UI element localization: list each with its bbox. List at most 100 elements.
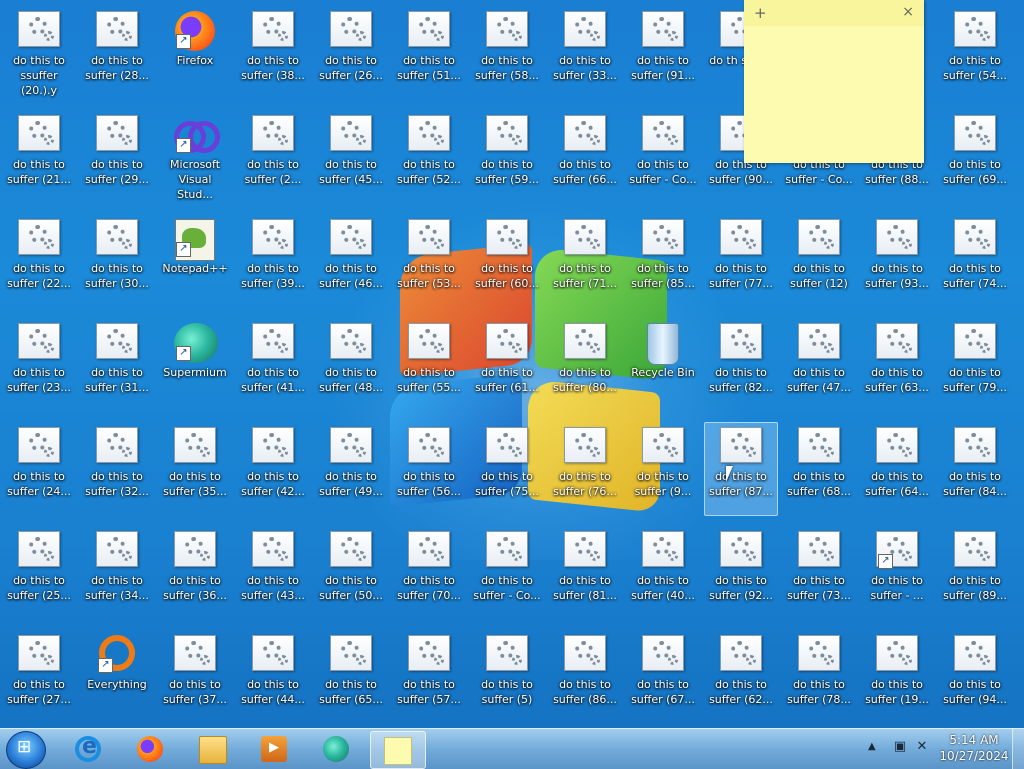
desktop-icon[interactable]: do this to suffer (85... [626, 214, 700, 308]
desktop-icon[interactable]: do this to suffer (62... [704, 630, 778, 724]
desktop-icon[interactable]: do this to suffer (43... [236, 526, 310, 620]
desktop-icon[interactable]: do this to suffer (78... [782, 630, 856, 724]
desktop-icon[interactable]: do this to suffer (40... [626, 526, 700, 620]
desktop-icon[interactable]: do this to suffer (33... [548, 6, 622, 100]
desktop-icon[interactable]: do this to suffer (84... [938, 422, 1012, 516]
desktop[interactable]: do this to ssuffer (20.).y do this to suff… [0, 0, 1024, 728]
desktop-icon[interactable]: do this to suffer (87... [704, 422, 778, 516]
desktop-icon[interactable]: do this to ssuffer (20.).y [2, 6, 76, 100]
desktop-icon[interactable]: do this to suffer (38... [236, 6, 310, 100]
desktop-icon[interactable]: do this to suffer (37... [158, 630, 232, 724]
desktop-icon[interactable]: do this to suffer (76... [548, 422, 622, 516]
desktop-icon[interactable]: do this to suffer (25... [2, 526, 76, 620]
desktop-icon[interactable]: ↗ Notepad++ [158, 214, 232, 308]
taskbar-supermium[interactable] [310, 731, 364, 767]
desktop-icon[interactable]: do this to suffer (68... [782, 422, 856, 516]
desktop-icon[interactable]: do this to suffer (92... [704, 526, 778, 620]
desktop-icon[interactable]: do this to suffer (53... [392, 214, 466, 308]
clock[interactable]: 5:14 AM 10/27/2024 [938, 732, 1010, 764]
desktop-icon[interactable]: do this to suffer (79... [938, 318, 1012, 412]
desktop-icon[interactable]: do this to suffer (35... [158, 422, 232, 516]
desktop-icon[interactable]: do this to suffer (58... [470, 6, 544, 100]
desktop-icon[interactable]: do this to suffer (61... [470, 318, 544, 412]
desktop-icon[interactable]: do this to suffer (47... [782, 318, 856, 412]
desktop-icon[interactable]: do this to suffer (44... [236, 630, 310, 724]
desktop-icon[interactable]: do this to suffer (73... [782, 526, 856, 620]
desktop-icon[interactable]: do this to suffer (81... [548, 526, 622, 620]
taskbar-firefox[interactable] [124, 731, 178, 767]
desktop-icon[interactable]: do this to suffer (21... [2, 110, 76, 204]
show-desktop-button[interactable] [1012, 729, 1024, 769]
desktop-icon[interactable]: do this to suffer (64... [860, 422, 934, 516]
close-note-button[interactable]: × [902, 4, 914, 20]
taskbar-windows-explorer[interactable] [186, 731, 240, 767]
desktop-icon[interactable]: do this to suffer (26... [314, 6, 388, 100]
desktop-icon[interactable]: Recycle Bin [626, 318, 700, 412]
desktop-icon[interactable]: do this to suffer (69... [938, 110, 1012, 204]
desktop-icon[interactable]: do this to suffer (45... [314, 110, 388, 204]
taskbar-sticky-notes[interactable] [370, 731, 426, 769]
desktop-icon[interactable]: do this to suffer (63... [860, 318, 934, 412]
desktop-icon[interactable]: ↗ Supermium [158, 318, 232, 412]
desktop-icon[interactable]: do this to suffer (48... [314, 318, 388, 412]
volume-muted-icon[interactable]: ✕ [914, 739, 930, 755]
desktop-icon[interactable]: do this to suffer (67... [626, 630, 700, 724]
desktop-icon[interactable]: ↗ do this to suffer - ... [860, 526, 934, 620]
desktop-icon[interactable]: do this to suffer (9... [626, 422, 700, 516]
desktop-icon[interactable]: do this to suffer (39... [236, 214, 310, 308]
desktop-icon[interactable]: do this to suffer (89... [938, 526, 1012, 620]
desktop-icon[interactable]: do this to suffer (29... [80, 110, 154, 204]
desktop-icon[interactable]: do this to suffer (71... [548, 214, 622, 308]
desktop-icon[interactable]: do this to suffer (49... [314, 422, 388, 516]
desktop-icon[interactable]: do this to suffer (28... [80, 6, 154, 100]
desktop-icon[interactable]: do this to suffer (75... [470, 422, 544, 516]
sticky-note-body[interactable] [744, 26, 924, 163]
desktop-icon[interactable]: do this to suffer (46... [314, 214, 388, 308]
desktop-icon[interactable]: do this to suffer (12) [782, 214, 856, 308]
desktop-icon[interactable]: do this to suffer - Co... [626, 110, 700, 204]
desktop-icon[interactable]: do this to suffer (23... [2, 318, 76, 412]
desktop-icon[interactable]: do this to suffer (60... [470, 214, 544, 308]
show-hidden-icons-button[interactable]: ▲ [868, 741, 876, 752]
desktop-icon[interactable]: ↗ Microsoft Visual Stud... [158, 110, 232, 204]
desktop-icon[interactable]: do this to suffer (30... [80, 214, 154, 308]
taskbar-media-player[interactable] [248, 731, 302, 767]
start-button[interactable] [6, 731, 46, 769]
desktop-icon[interactable]: do this to suffer (66... [548, 110, 622, 204]
desktop-icon[interactable]: do this to suffer (2... [236, 110, 310, 204]
desktop-icon[interactable]: do this to suffer (36... [158, 526, 232, 620]
network-icon[interactable]: ▣ [892, 739, 908, 755]
desktop-icon[interactable]: do this to suffer (5) [470, 630, 544, 724]
desktop-icon[interactable]: do this to suffer (27... [2, 630, 76, 724]
desktop-icon[interactable]: do this to suffer (74... [938, 214, 1012, 308]
desktop-icon[interactable]: do this to suffer (77... [704, 214, 778, 308]
desktop-icon[interactable]: ↗ Firefox [158, 6, 232, 100]
desktop-icon[interactable]: do this to suffer (51... [392, 6, 466, 100]
desktop-icon[interactable]: do this to suffer (54... [938, 6, 1012, 100]
desktop-icon[interactable]: do this to suffer (82... [704, 318, 778, 412]
desktop-icon[interactable]: do this to suffer (24... [2, 422, 76, 516]
desktop-icon[interactable]: do this to suffer (86... [548, 630, 622, 724]
desktop-icon[interactable]: do this to suffer (55... [392, 318, 466, 412]
sticky-note[interactable]: + × [744, 0, 924, 163]
desktop-icon[interactable]: do this to suffer (80... [548, 318, 622, 412]
desktop-icon[interactable]: do this to suffer (34... [80, 526, 154, 620]
desktop-icon[interactable]: do this to suffer (65... [314, 630, 388, 724]
add-note-button[interactable]: + [754, 4, 767, 22]
desktop-icon[interactable]: do this to suffer (93... [860, 214, 934, 308]
desktop-icon[interactable]: do this to suffer (70... [392, 526, 466, 620]
desktop-icon[interactable]: do this to suffer (31... [80, 318, 154, 412]
desktop-icon[interactable]: do this to suffer - Co... [470, 526, 544, 620]
desktop-icon[interactable]: do this to suffer (32... [80, 422, 154, 516]
desktop-icon[interactable]: do this to suffer (41... [236, 318, 310, 412]
desktop-icon[interactable]: do this to suffer (59... [470, 110, 544, 204]
desktop-icon[interactable]: do this to suffer (91... [626, 6, 700, 100]
desktop-icon[interactable]: do this to suffer (56... [392, 422, 466, 516]
desktop-icon[interactable]: do this to suffer (57... [392, 630, 466, 724]
sticky-note-titlebar[interactable]: + × [744, 0, 924, 26]
desktop-icon[interactable]: ↗ Everything [80, 630, 154, 724]
taskbar-internet-explorer[interactable] [62, 731, 116, 767]
desktop-icon[interactable]: do this to suffer (19... [860, 630, 934, 724]
desktop-icon[interactable]: do this to suffer (42... [236, 422, 310, 516]
desktop-icon[interactable]: do this to suffer (52... [392, 110, 466, 204]
